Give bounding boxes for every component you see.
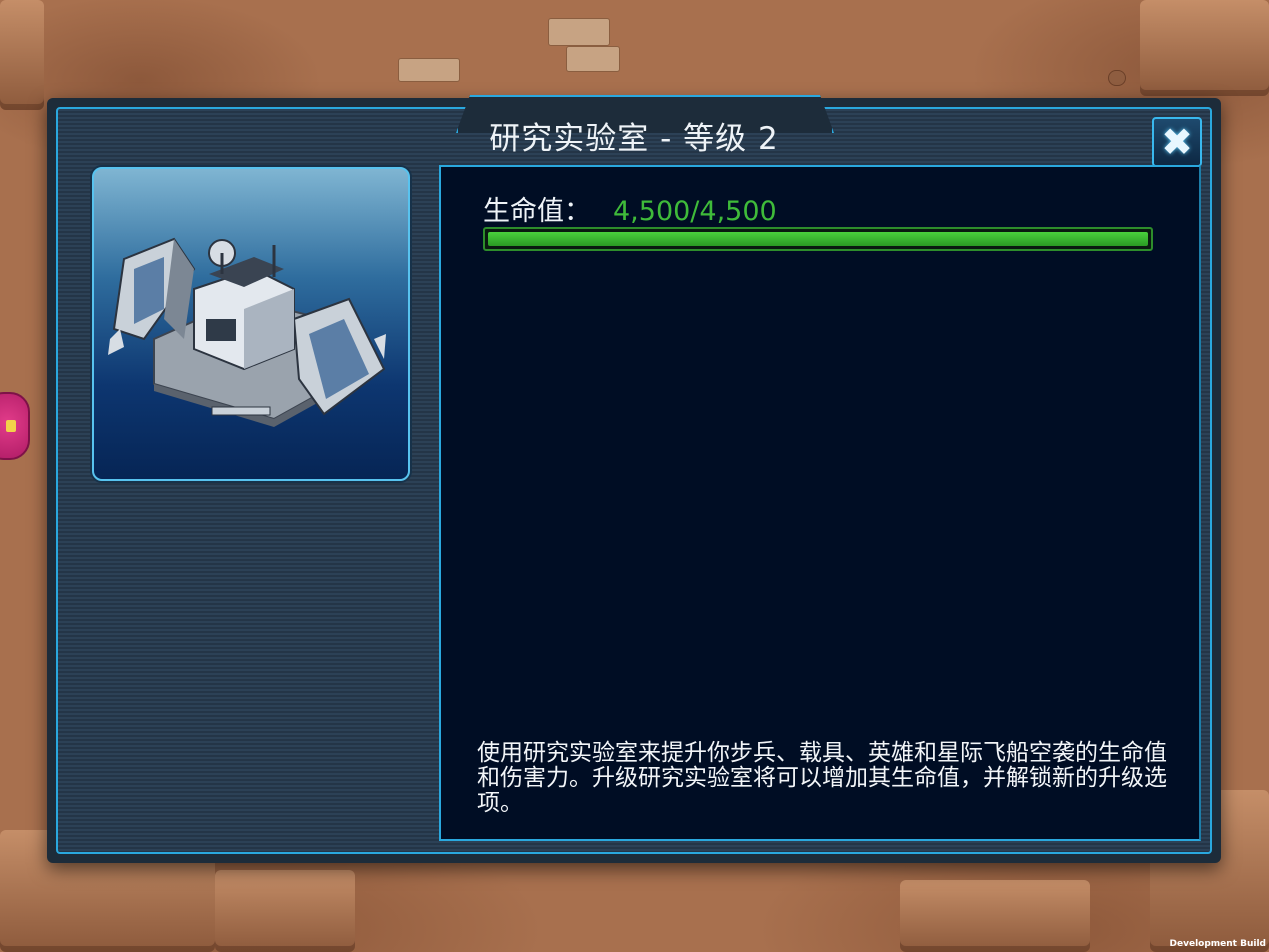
building-portrait <box>92 167 410 481</box>
dialog-title: 研究实验室 - 等级 2 <box>489 121 779 157</box>
hp-value: 4,500/4,500 <box>613 196 777 227</box>
development-build-label: Development Build <box>1169 939 1266 949</box>
hp-label: 生命值： <box>483 196 591 227</box>
rock <box>566 46 620 72</box>
building-info-dialog: 研究实验室 - 等级 2 ✖ 生命值： 4,500/4,500 使用研究实验室来… <box>47 98 1221 863</box>
research-lab-building-image <box>108 237 386 427</box>
hp-bar <box>483 227 1153 251</box>
cliff <box>900 880 1090 952</box>
cliff <box>1140 0 1269 96</box>
rock <box>398 58 460 82</box>
rock <box>1108 70 1126 86</box>
dialog-frame: 研究实验室 - 等级 2 ✖ 生命值： 4,500/4,500 使用研究实验室来… <box>56 107 1212 854</box>
info-panel: 生命值： 4,500/4,500 使用研究实验室来提升你步兵、载具、英雄和星际飞船… <box>439 165 1201 841</box>
building-description: 使用研究实验室来提升你步兵、载具、英雄和星际飞船空袭的生命值和伤害力。升级研究实… <box>477 740 1167 816</box>
hp-bar-fill <box>488 232 1148 246</box>
cliff <box>0 0 44 110</box>
hp-row: 生命值： 4,500/4,500 <box>483 189 777 228</box>
close-button[interactable]: ✖ <box>1152 117 1202 167</box>
close-icon: ✖ <box>1161 120 1193 164</box>
rock <box>548 18 610 46</box>
cliff <box>215 870 355 952</box>
enemy-unit-icon[interactable] <box>0 392 30 460</box>
